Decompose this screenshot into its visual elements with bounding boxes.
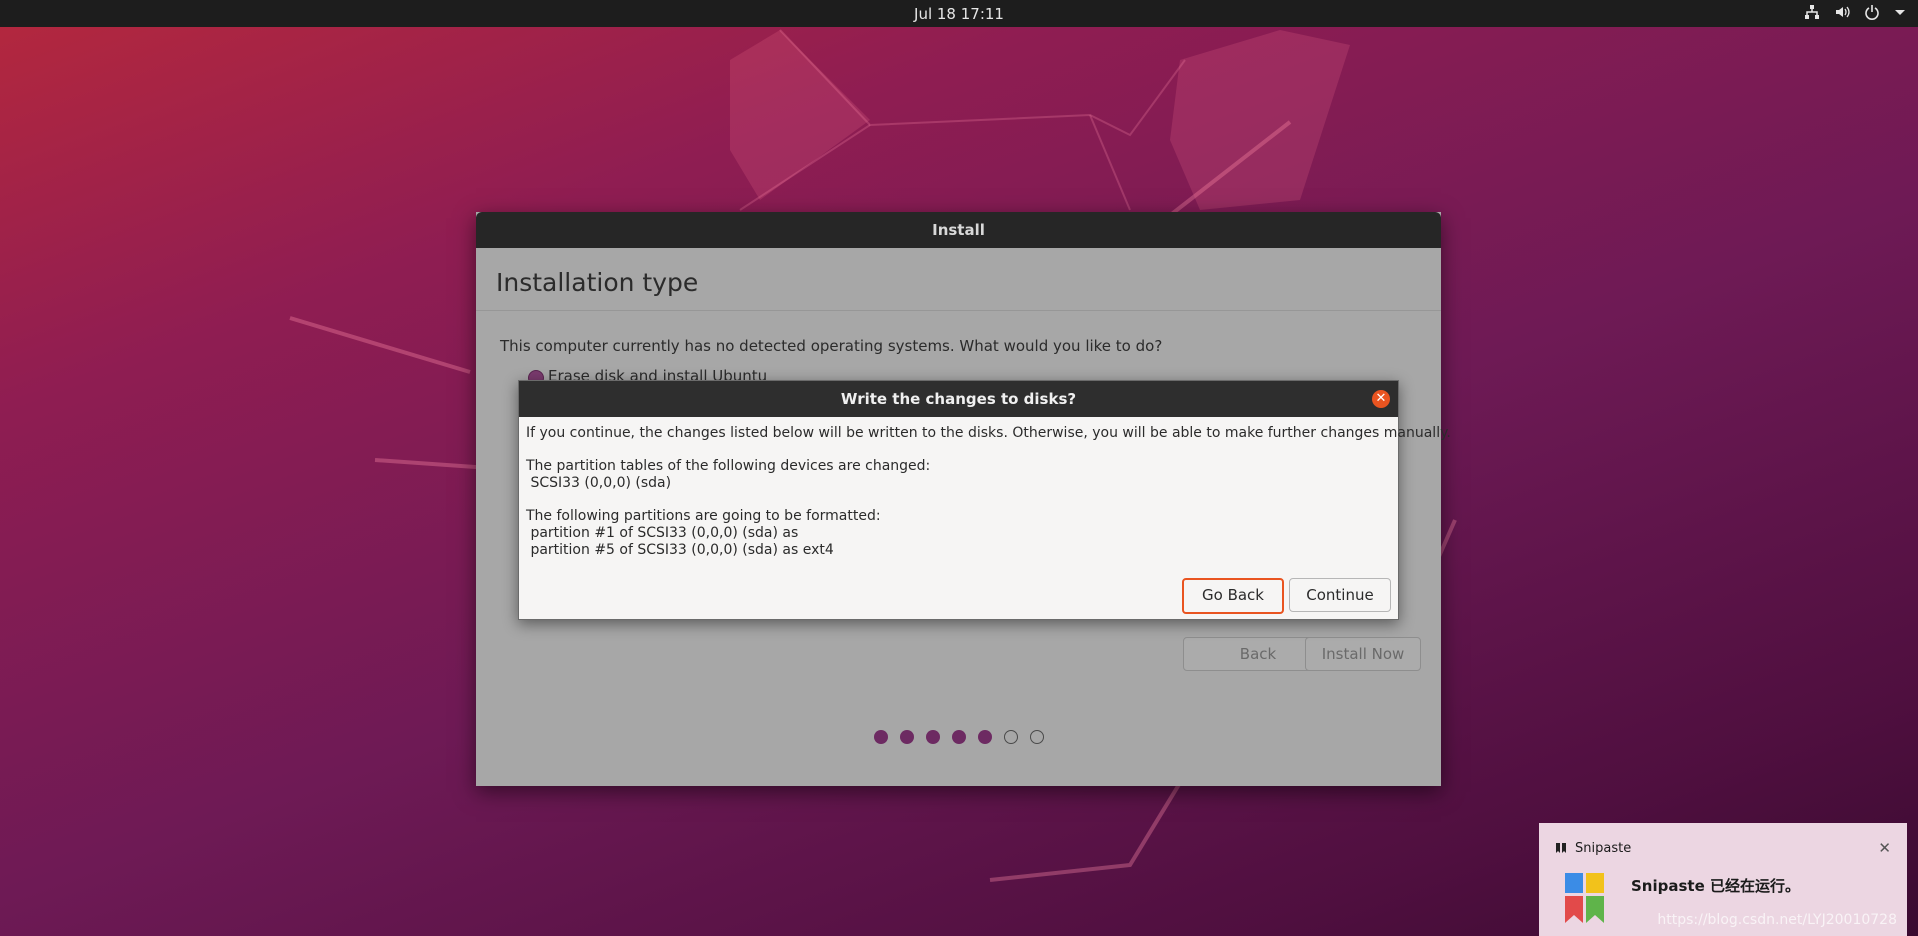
dialog-title-text: Write the changes to disks? [840, 390, 1077, 408]
dialog-body: If you continue, the changes listed belo… [519, 417, 1451, 567]
progress-dot [951, 730, 966, 744]
close-icon[interactable]: ✕ [1372, 390, 1390, 408]
installer-window-title: Install [476, 212, 1441, 248]
progress-dot [925, 730, 940, 744]
top-bar: Jul 18 17:11 [0, 0, 1918, 27]
snipaste-logo-icon [1565, 873, 1604, 923]
continue-button[interactable]: Continue [1289, 578, 1391, 612]
dialog-title: Write the changes to disks? ✕ [519, 381, 1398, 417]
write-changes-dialog: Write the changes to disks? ✕ If you con… [518, 380, 1451, 620]
go-back-button[interactable]: Go Back [1182, 578, 1284, 614]
watermark-text: https://blog.csdn.net/LYJ20010728 [1657, 912, 1897, 928]
system-tray[interactable] [1804, 4, 1906, 24]
format-item: partition #5 of SCSI33 (0,0,0) (sda) as … [526, 542, 834, 558]
power-icon[interactable] [1864, 4, 1880, 24]
format-item: partition #1 of SCSI33 (0,0,0) (sda) as [526, 525, 799, 541]
notification-message: Snipaste 已经在运行。 [1631, 877, 1800, 895]
progress-dot [1003, 730, 1018, 744]
snipaste-small-icon [1555, 842, 1567, 858]
install-now-button[interactable]: Install Now [1305, 637, 1421, 671]
installation-question: This computer currently has no detected … [500, 337, 1163, 355]
clock[interactable]: Jul 18 17:11 [0, 5, 1918, 23]
notification-app-name: Snipaste [1575, 841, 1632, 856]
dialog-intro: If you continue, the changes listed belo… [526, 425, 1451, 441]
progress-dots [476, 730, 1441, 744]
progress-dot [873, 730, 888, 744]
format-header: The following partitions are going to be… [526, 508, 881, 524]
partition-table-item: SCSI33 (0,0,0) (sda) [526, 475, 672, 491]
partition-tables-header: The partition tables of the following de… [526, 458, 931, 474]
network-icon[interactable] [1804, 4, 1820, 24]
snipaste-notification[interactable]: Snipaste ✕ Snipaste 已经在运行。 https://blog.… [1539, 823, 1907, 936]
close-icon[interactable]: ✕ [1878, 839, 1891, 857]
progress-dot [977, 730, 992, 744]
volume-icon[interactable] [1834, 4, 1850, 24]
progress-dot [899, 730, 914, 744]
page-title: Installation type [496, 268, 699, 297]
installer-header: Installation type [476, 248, 1441, 311]
menu-arrow-icon[interactable] [1894, 4, 1906, 24]
progress-dot [1029, 730, 1044, 744]
